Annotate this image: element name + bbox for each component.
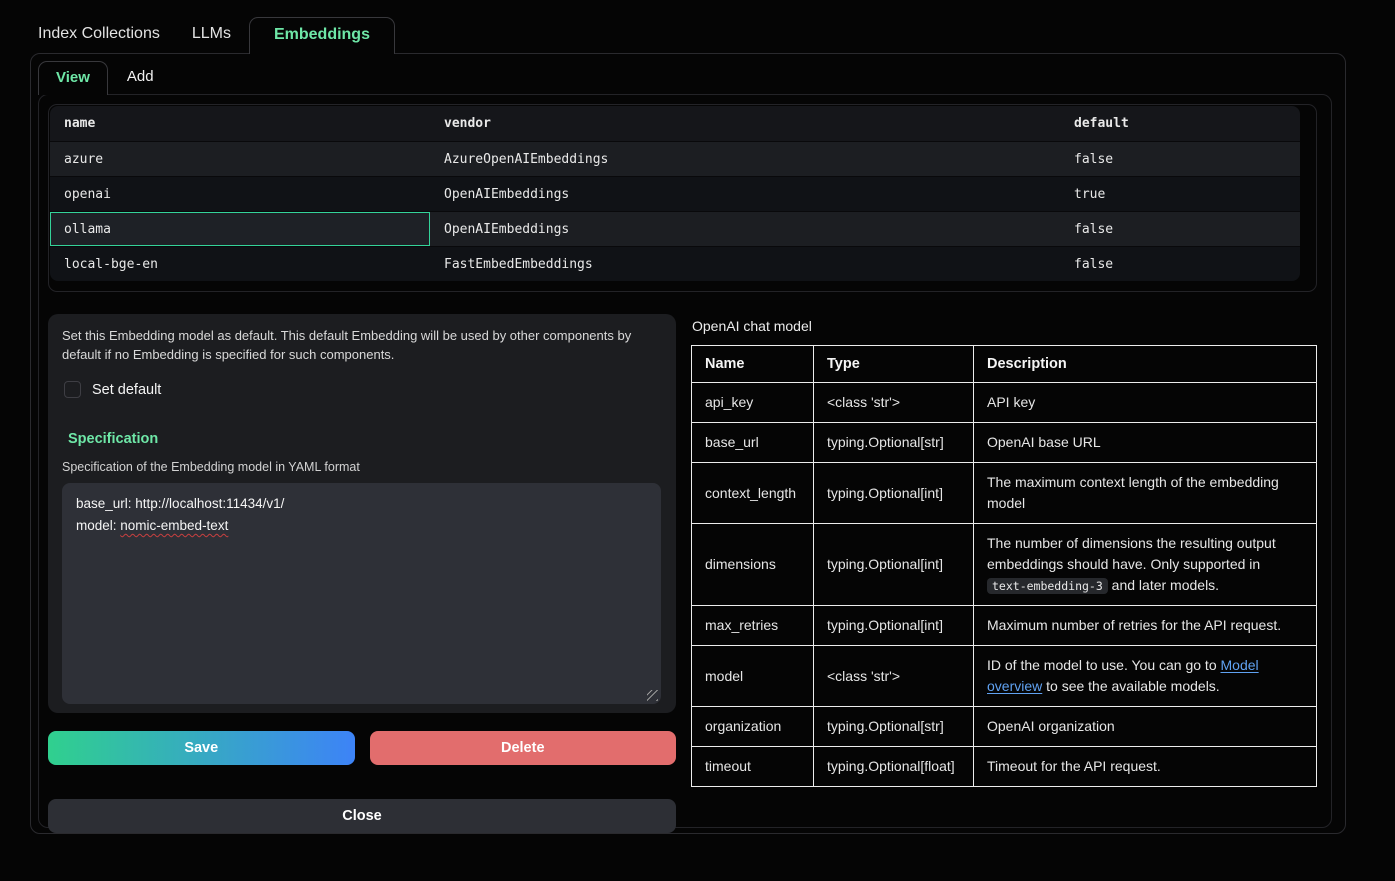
param-type-max_retries: typing.Optional[int] [814,606,974,646]
cell-default-local-bge-en: false [1060,247,1300,281]
param-name-timeout: timeout [692,747,814,787]
param-type-timeout: typing.Optional[float] [814,747,974,787]
embeddings-row-ollama[interactable]: ollamaOpenAIEmbeddingsfalse [50,211,1300,246]
embeddings-row-local-bge-en[interactable]: local-bge-enFastEmbedEmbeddingsfalse [50,246,1300,281]
embeddings-row-openai[interactable]: openaiOpenAIEmbeddingstrue [50,176,1300,211]
param-description-timeout: Timeout for the API request. [974,747,1317,787]
param-row-timeout: timeouttyping.Optional[float]Timeout for… [692,747,1317,787]
top-tab-embeddings[interactable]: Embeddings [249,17,395,54]
param-row-api_key: api_key<class 'str'>API key [692,383,1317,423]
params-table-head: Name Type Description [692,346,1317,383]
subtab-view[interactable]: View [38,61,108,95]
param-description-model: ID of the model to use. You can go to Mo… [974,646,1317,707]
param-type-dimensions: typing.Optional[int] [814,524,974,606]
cell-name-azure: azure [50,142,430,176]
close-button[interactable]: Close [48,799,676,833]
top-tab-bar: Index Collections LLMs Embeddings [0,0,1395,53]
param-description-dimensions: The number of dimensions the resulting o… [974,524,1317,606]
params-col-name: Name [692,346,814,383]
param-row-dimensions: dimensionstyping.Optional[int]The number… [692,524,1317,606]
yaml-line-2: model: nomic-embed-text [76,515,647,537]
param-row-base_url: base_urltyping.Optional[str]OpenAI base … [692,423,1317,463]
cell-name-openai: openai [50,177,430,211]
cell-name-local-bge-en: local-bge-en [50,247,430,281]
app-window: Index Collections LLMs Embeddings View A… [0,0,1395,881]
params-table: Name Type Description api_key<class 'str… [691,345,1317,787]
param-description-organization: OpenAI organization [974,707,1317,747]
embeddings-table: namevendordefaultazureAzureOpenAIEmbeddi… [50,106,1300,281]
embeddings-table-header-row: namevendordefault [50,106,1300,141]
param-description-api_key: API key [974,383,1317,423]
params-col-type: Type [814,346,974,383]
top-tab-llms[interactable]: LLMs [192,25,231,53]
param-name-api_key: api_key [692,383,814,423]
header-cell-name: name [50,106,430,141]
param-name-max_retries: max_retries [692,606,814,646]
left-column: Set this Embedding model as default. Thi… [48,314,676,833]
specification-hint: Specification of the Embedding model in … [62,460,661,474]
param-type-base_url: typing.Optional[str] [814,423,974,463]
param-description-max_retries: Maximum number of retries for the API re… [974,606,1317,646]
param-name-dimensions: dimensions [692,524,814,606]
cell-vendor-openai: OpenAIEmbeddings [430,177,1060,211]
set-default-row: Set default [64,380,661,400]
set-default-checkbox[interactable] [64,381,81,398]
cell-default-azure: false [1060,142,1300,176]
header-cell-default: default [1060,106,1300,141]
param-description-context_length: The maximum context length of the embedd… [974,463,1317,524]
cell-vendor-local-bge-en: FastEmbedEmbeddings [430,247,1060,281]
param-name-base_url: base_url [692,423,814,463]
top-tab-index-collections[interactable]: Index Collections [38,25,160,53]
param-name-organization: organization [692,707,814,747]
default-and-spec-panel: Set this Embedding model as default. Thi… [48,314,676,713]
cell-name-ollama: ollama [50,212,430,246]
delete-button[interactable]: Delete [370,731,677,765]
subtab-add[interactable]: Add [127,68,154,94]
view-tab-content: namevendordefaultazureAzureOpenAIEmbeddi… [38,94,1332,828]
param-row-max_retries: max_retriestyping.Optional[int]Maximum n… [692,606,1317,646]
param-row-context_length: context_lengthtyping.Optional[int]The ma… [692,463,1317,524]
param-row-model: model<class 'str'>ID of the model to use… [692,646,1317,707]
param-name-context_length: context_length [692,463,814,524]
embeddings-panel: View Add namevendordefaultazureAzureOpen… [30,53,1346,834]
inline-code: text-embedding-3 [987,578,1108,594]
cell-default-ollama: false [1060,212,1300,246]
param-type-context_length: typing.Optional[int] [814,463,974,524]
header-cell-vendor: vendor [430,106,1060,141]
yaml-line-1: base_url: http://localhost:11434/v1/ [76,493,647,515]
specification-heading: Specification [68,431,661,447]
action-buttons: Save Delete [48,731,676,765]
param-name-model: model [692,646,814,707]
misspelled-word: nomic-embed-text [120,518,228,533]
right-column: OpenAI chat model Name Type Description … [691,314,1317,833]
cell-default-openai: true [1060,177,1300,211]
detail-area: Set this Embedding model as default. Thi… [48,314,1317,833]
model-overview-link[interactable]: Model overview [987,657,1259,694]
param-type-organization: typing.Optional[str] [814,707,974,747]
default-description: Set this Embedding model as default. Thi… [62,327,661,365]
yaml-editor[interactable]: base_url: http://localhost:11434/v1/ mod… [62,483,661,704]
sub-tab-bar: View Add [31,54,1345,94]
cell-vendor-ollama: OpenAIEmbeddings [430,212,1060,246]
save-button[interactable]: Save [48,731,355,765]
embeddings-table-card: namevendordefaultazureAzureOpenAIEmbeddi… [48,104,1317,292]
param-row-organization: organizationtyping.Optional[str]OpenAI o… [692,707,1317,747]
cell-vendor-azure: AzureOpenAIEmbeddings [430,142,1060,176]
param-type-api_key: <class 'str'> [814,383,974,423]
param-type-model: <class 'str'> [814,646,974,707]
param-description-base_url: OpenAI base URL [974,423,1317,463]
params-table-body: api_key<class 'str'>API keybase_urltypin… [692,383,1317,787]
params-col-description: Description [974,346,1317,383]
set-default-label: Set default [92,382,161,398]
params-header-row: Name Type Description [692,346,1317,383]
embeddings-row-azure[interactable]: azureAzureOpenAIEmbeddingsfalse [50,141,1300,176]
params-title: OpenAI chat model [692,318,1317,334]
